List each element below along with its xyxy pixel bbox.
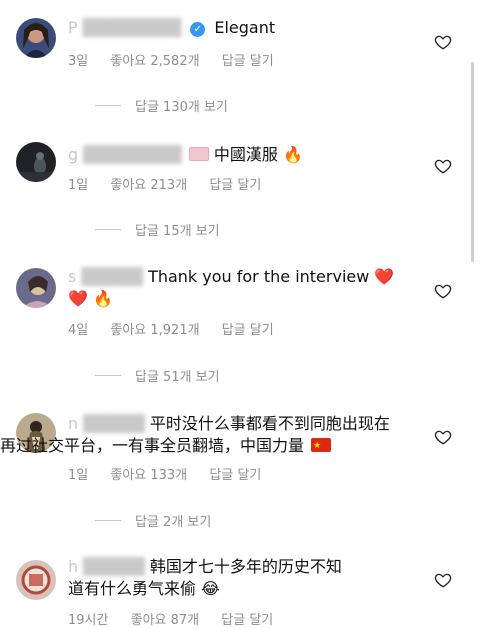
like-count[interactable]: 좋아요 1,921개 <box>110 323 199 338</box>
comment-meta: 3일 좋아요 2,582개 답글 달기 <box>68 50 292 69</box>
avatar[interactable] <box>16 560 56 600</box>
comment-text: h █████ 韩国才七十多年的历史不知 道有什么勇气来偷 😂 <box>68 557 342 598</box>
like-count[interactable]: 좋아요 213개 <box>110 178 187 193</box>
verified-badge-icon: ✓ <box>190 22 206 37</box>
heart-icon[interactable] <box>434 33 452 51</box>
comment-meta: 1일 좋아요 213개 답글 달기 <box>68 174 279 193</box>
comment-text: g ████████ 中國漢服 🔥 <box>68 145 303 164</box>
red-heart-icon: ❤️ <box>374 267 395 286</box>
comment-body: 道有什么勇气来偷 <box>68 579 197 598</box>
comment-body: Thank you for the interview <box>148 267 370 286</box>
timestamp: 1일 <box>68 468 89 483</box>
heart-icon[interactable] <box>434 428 452 446</box>
timestamp: 4일 <box>68 323 89 338</box>
view-replies-link[interactable]: 답글 51개 보기 <box>95 366 220 385</box>
timestamp: 19시간 <box>68 613 109 628</box>
comment-meta: 19시간 좋아요 87개 답글 달기 <box>68 609 291 628</box>
taiwan-flag-icon <box>188 147 209 161</box>
reply-button[interactable]: 답글 달기 <box>221 613 273 628</box>
comment-body: 中國漢服 <box>213 145 278 164</box>
comment-text: s █████ Thank you for the interview ❤️ ❤… <box>68 267 395 308</box>
reply-button[interactable]: 답글 달기 <box>222 54 274 69</box>
heart-icon[interactable] <box>434 282 452 300</box>
username[interactable]: s <box>68 267 76 286</box>
scrollbar-thumb[interactable] <box>471 62 474 262</box>
timestamp: 1일 <box>68 178 89 193</box>
reply-button[interactable]: 답글 달기 <box>222 323 274 338</box>
comment-meta: 1일 좋아요 133개 답글 달기 <box>68 464 279 483</box>
comment-body: 韩国才七十多年的历史不知 <box>149 557 342 576</box>
divider-line <box>95 375 121 376</box>
comment-body: 平时没什么事都看不到同胞出现在 <box>149 414 390 433</box>
comment-text: P ████████ ✓ Elegant <box>68 18 276 37</box>
reply-button[interactable]: 답글 달기 <box>209 468 261 483</box>
divider-line <box>95 229 121 230</box>
like-count[interactable]: 좋아요 133개 <box>110 468 187 483</box>
username[interactable]: g <box>68 145 78 164</box>
view-replies-link[interactable]: 답글 15개 보기 <box>95 220 220 239</box>
username[interactable]: h <box>68 557 78 576</box>
comment-body: Elegant <box>214 18 276 37</box>
divider-line <box>95 105 121 106</box>
timestamp: 3일 <box>68 54 89 69</box>
fire-icon: 🔥 <box>93 289 113 308</box>
view-replies-link[interactable]: 답글 2개 보기 <box>95 511 211 530</box>
fire-icon: 🔥 <box>282 145 303 164</box>
comment-text: n █████ 平时没什么事都看不到同胞出现在 再过社交平台，一有事全员翻墙，中… <box>0 413 398 457</box>
avatar[interactable] <box>16 268 56 308</box>
divider-line <box>95 520 121 521</box>
laughing-tears-icon: 😂 <box>201 579 220 598</box>
like-count[interactable]: 좋아요 87개 <box>131 613 200 628</box>
avatar[interactable] <box>16 142 56 182</box>
heart-icon[interactable] <box>434 157 452 175</box>
comment-body: 再过社交平台，一有事全员翻墙，中国力量 <box>0 436 305 455</box>
red-heart-icon: ❤️ <box>68 289 88 308</box>
avatar[interactable] <box>16 18 56 58</box>
view-replies-link[interactable]: 답글 130개 보기 <box>95 96 228 115</box>
china-flag-icon <box>311 435 332 457</box>
like-count[interactable]: 좋아요 2,582개 <box>110 54 199 69</box>
username[interactable]: n <box>68 414 78 433</box>
heart-icon[interactable] <box>434 571 452 589</box>
reply-button[interactable]: 답글 달기 <box>209 178 261 193</box>
comment-meta: 4일 좋아요 1,921개 답글 달기 <box>68 319 292 338</box>
username[interactable]: P <box>68 18 78 37</box>
